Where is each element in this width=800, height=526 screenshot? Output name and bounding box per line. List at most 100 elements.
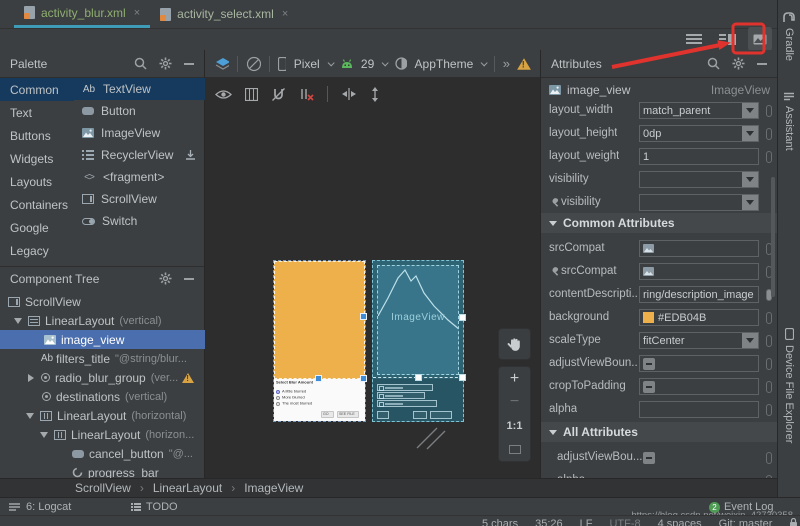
device-file-explorer-tab[interactable]: Device File Explorer xyxy=(778,328,800,443)
toolbar-overflow[interactable]: » xyxy=(503,56,510,71)
resize-handle[interactable] xyxy=(459,374,466,381)
chevron-right-icon[interactable] xyxy=(28,373,34,382)
chevron-down-icon[interactable] xyxy=(26,412,34,419)
blueprint-preview-phone[interactable]: ImageView xyxy=(372,260,466,422)
attr-value-input[interactable]: 1 xyxy=(639,148,759,165)
palette-item-fragment[interactable]: <> <fragment> xyxy=(74,166,205,188)
status-position[interactable]: 35:26 xyxy=(535,518,563,526)
design-view-icon[interactable] xyxy=(748,27,772,51)
indeterminate-checkbox-icon[interactable] xyxy=(643,357,655,370)
pin-icon[interactable] xyxy=(766,335,772,347)
status-git-branch[interactable]: Git: master xyxy=(719,518,773,526)
api-level-selector[interactable]: 29 xyxy=(361,57,374,71)
resize-handle[interactable] xyxy=(315,375,322,382)
dropdown-arrow-icon[interactable] xyxy=(742,333,758,348)
palette-item-recyclerview[interactable]: RecyclerView xyxy=(74,144,205,166)
resize-handle[interactable] xyxy=(360,375,367,382)
device-selector[interactable]: Pixel xyxy=(294,57,320,71)
imageview-design-preview[interactable] xyxy=(274,261,365,379)
resize-handle[interactable] xyxy=(360,313,367,320)
palette-category-text[interactable]: Text xyxy=(0,101,74,124)
lock-icon[interactable] xyxy=(789,518,798,526)
layers-icon[interactable] xyxy=(215,57,230,71)
section-all-attributes[interactable]: All Attributes xyxy=(541,422,777,442)
pin-icon[interactable] xyxy=(766,381,772,393)
dropdown-arrow-icon[interactable] xyxy=(742,126,758,141)
canvas-resize-corner[interactable] xyxy=(415,426,453,450)
tab-activity-select[interactable]: activity_select.xml × xyxy=(150,0,298,28)
resize-handle[interactable] xyxy=(459,314,466,321)
expand-vertical-icon[interactable] xyxy=(370,86,380,102)
tree-item-destinations[interactable]: destinations (vertical) xyxy=(0,387,205,406)
color-swatch[interactable] xyxy=(643,312,654,323)
pin-icon[interactable] xyxy=(766,312,772,324)
indeterminate-checkbox-icon[interactable] xyxy=(643,380,655,393)
theme-selector[interactable]: AppTheme xyxy=(415,57,474,71)
attr-value-dropdown[interactable] xyxy=(639,171,759,188)
attr-value-dropdown[interactable]: fitCenter xyxy=(639,332,759,349)
chevron-down-icon[interactable] xyxy=(14,317,22,324)
palette-category-common[interactable]: Common xyxy=(0,78,74,101)
scrollbar[interactable] xyxy=(771,177,775,297)
split-view-icon[interactable] xyxy=(715,27,739,51)
warning-icon[interactable] xyxy=(517,57,531,70)
palette-item-textview[interactable]: Ab TextView xyxy=(74,78,205,100)
attr-value-dropdown[interactable]: 0dp xyxy=(639,125,759,142)
palette-item-imageview[interactable]: ImageView xyxy=(74,122,205,144)
breadcrumb-linearlayout[interactable]: LinearLayout xyxy=(153,481,222,495)
attr-value-picker[interactable] xyxy=(639,240,759,257)
palette-category-legacy[interactable]: Legacy xyxy=(0,239,74,262)
tree-item-linearlayout-h[interactable]: LinearLayout (horizontal) xyxy=(0,406,205,425)
search-icon[interactable] xyxy=(134,57,147,70)
tree-item-scrollview[interactable]: ScrollView xyxy=(0,292,205,311)
zoom-fit-button[interactable] xyxy=(498,438,531,462)
palette-category-containers[interactable]: Containers xyxy=(0,193,74,216)
view-options-eye-icon[interactable] xyxy=(215,89,232,100)
attr-value-input[interactable]: ring/description_image xyxy=(639,286,759,303)
resize-handle[interactable] xyxy=(415,374,422,381)
palette-item-scrollview[interactable]: ScrollView xyxy=(74,188,205,210)
breadcrumb-imageview[interactable]: ImageView xyxy=(244,481,303,495)
gear-icon[interactable] xyxy=(159,272,172,285)
palette-category-google[interactable]: Google xyxy=(0,216,74,239)
close-icon[interactable]: × xyxy=(282,8,288,20)
palette-category-layouts[interactable]: Layouts xyxy=(0,170,74,193)
palette-category-buttons[interactable]: Buttons xyxy=(0,124,74,147)
dropdown-arrow-icon[interactable] xyxy=(742,195,758,210)
pin-icon[interactable] xyxy=(766,404,772,416)
align-icon[interactable] xyxy=(341,88,357,100)
todo-button[interactable]: TODO xyxy=(146,501,178,513)
hide-panel-icon[interactable] xyxy=(184,277,194,280)
guidelines-icon[interactable] xyxy=(245,87,258,101)
tree-item-radio-blur-group[interactable]: radio_blur_group (ver... xyxy=(0,368,205,387)
palette-item-button[interactable]: Button xyxy=(74,100,205,122)
logcat-button[interactable]: 6: Logcat xyxy=(26,501,71,513)
attr-value-input[interactable] xyxy=(639,401,759,418)
code-view-icon[interactable] xyxy=(682,27,706,51)
gradle-tab[interactable]: Gradle xyxy=(778,12,800,61)
tree-item-filters-title[interactable]: Ab filters_title "@string/blur... xyxy=(0,349,205,368)
search-icon[interactable] xyxy=(707,57,720,70)
attr-value-checkbox[interactable] xyxy=(639,378,759,395)
tab-activity-blur[interactable]: activity_blur.xml × xyxy=(14,0,151,28)
palette-category-widgets[interactable]: Widgets xyxy=(0,147,74,170)
attr-value-dropdown[interactable]: match_parent xyxy=(639,102,759,119)
tree-item-image-view[interactable]: image_view xyxy=(0,330,205,349)
hide-panel-icon[interactable] xyxy=(757,62,767,65)
zoom-ratio-button[interactable]: 1:1 xyxy=(498,414,531,438)
status-encoding[interactable]: UTF-8 xyxy=(609,518,640,526)
zoom-in-button[interactable]: + xyxy=(498,367,531,391)
tree-item-linearlayout-h2[interactable]: LinearLayout (horizon... xyxy=(0,425,205,444)
pin-icon[interactable] xyxy=(766,358,772,370)
pin-icon[interactable] xyxy=(766,128,772,140)
gear-icon[interactable] xyxy=(732,57,745,70)
attr-value-checkbox[interactable] xyxy=(639,355,759,372)
imageview-blueprint[interactable]: ImageView xyxy=(377,265,459,375)
pan-tool[interactable] xyxy=(498,328,531,360)
palette-item-switch[interactable]: Switch xyxy=(74,210,205,232)
hide-panel-icon[interactable] xyxy=(184,62,194,65)
attr-value-picker[interactable] xyxy=(639,263,759,280)
dropdown-arrow-icon[interactable] xyxy=(742,103,758,118)
status-line-ending[interactable]: LF xyxy=(580,518,593,526)
tree-item-linearlayout-v[interactable]: LinearLayout (vertical) xyxy=(0,311,205,330)
